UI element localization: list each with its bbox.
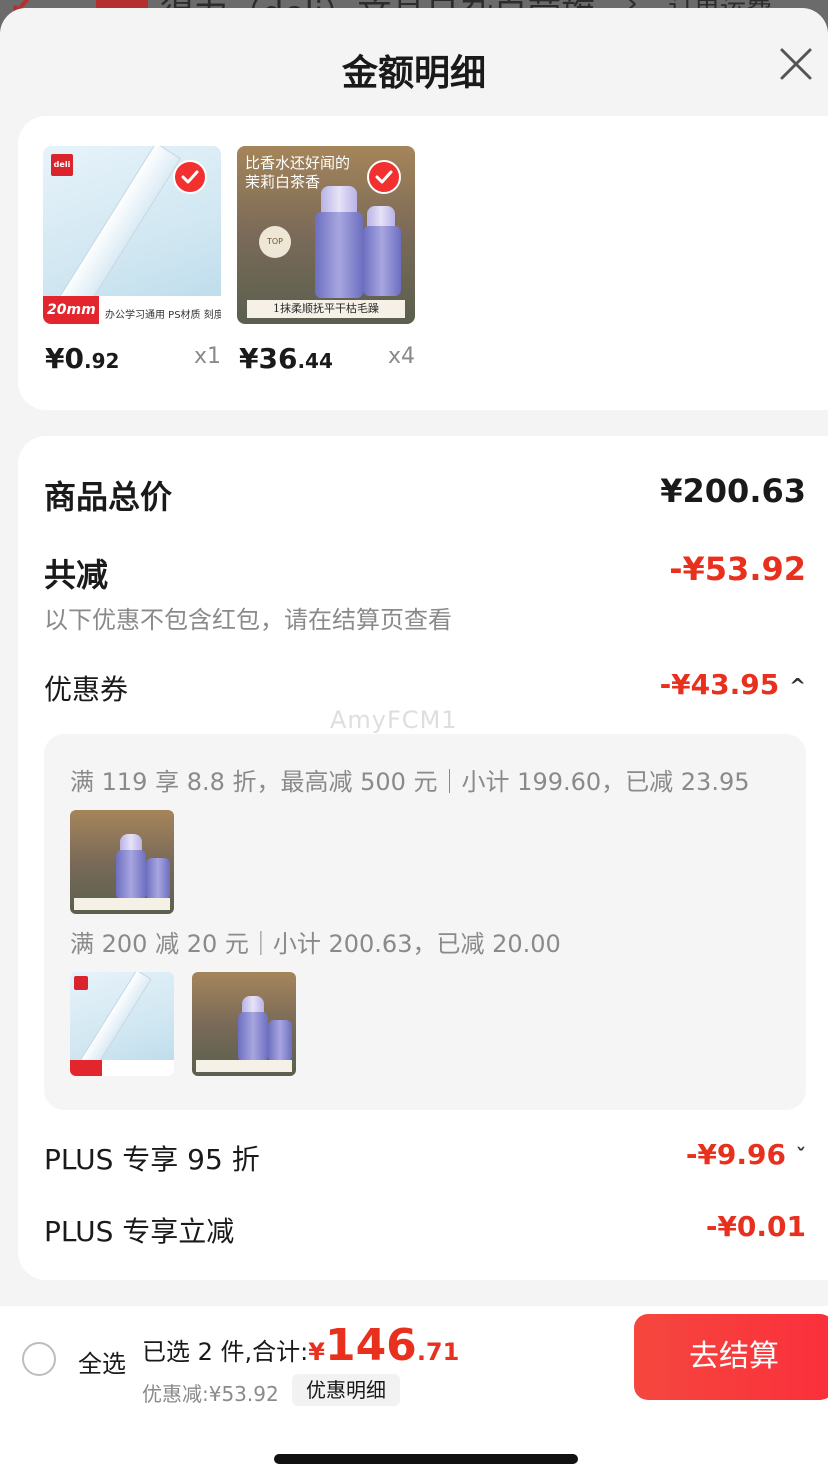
selected-check-icon[interactable] — [367, 160, 401, 194]
close-button[interactable] — [776, 44, 816, 84]
total-price-row: 商品总价 ¥200.63 — [44, 472, 806, 516]
selected-count-text: 已选 2 件,合计: — [142, 1338, 309, 1366]
discount-summary: 优惠减:¥53.92 — [142, 1382, 279, 1406]
total-reduction-value: -¥53.92 — [669, 550, 806, 588]
plus-instant-reduction-value: -¥0.01 — [705, 1210, 806, 1243]
product-quantity: x4 — [387, 344, 415, 369]
amount-detail-sheet: 金额明细 deli 20mm 办公学习通用 PS材质 刻度清晰 ¥0.92 — [0, 8, 828, 1484]
select-all-radio[interactable] — [22, 1342, 56, 1376]
total-reduction-row: 共减 -¥53.92 — [44, 550, 806, 594]
watermark: AmyFCM1 — [330, 706, 458, 734]
ruler-features-text: 办公学习通用 PS材质 刻度清晰 — [105, 310, 221, 321]
selected-products-card: deli 20mm 办公学习通用 PS材质 刻度清晰 ¥0.92 x1 比香水还… — [18, 116, 828, 410]
coupon-details-box: 满 119 享 8.8 折，最高减 500 元｜小计 199.60，已减 23.… — [44, 734, 806, 1110]
total-amount-dec: .71 — [416, 1338, 460, 1366]
coupon-rule-full-reduction: 满 200 减 20 元｜小计 200.63，已减 20.00 — [70, 930, 561, 958]
product-thumbnail-ruler: deli 20mm 办公学习通用 PS材质 刻度清晰 — [43, 146, 221, 324]
discount-detail-button[interactable]: 优惠明细 — [292, 1374, 400, 1406]
plus-discount-value: -¥9.96 — [685, 1138, 786, 1171]
total-reduction-label: 共减 — [44, 556, 109, 594]
total-currency: ¥ — [308, 1338, 325, 1366]
total-price-value: ¥200.63 — [660, 472, 806, 510]
coupon-value: -¥43.95 — [659, 668, 780, 701]
selected-check-icon[interactable] — [173, 160, 207, 194]
plus-instant-reduction-label: PLUS 专享立减 — [44, 1215, 235, 1248]
order-summary: 已选 2 件,合计:¥146.71 — [142, 1320, 459, 1371]
plus-discount-label: PLUS 专享 95 折 — [44, 1143, 260, 1176]
chevron-up-icon[interactable]: ^ — [789, 674, 806, 698]
select-all-label[interactable]: 全选 — [78, 1344, 126, 1379]
checkout-footer: 全选 已选 2 件,合计:¥146.71 优惠减:¥53.92 优惠明细 去结算 — [0, 1306, 828, 1484]
deli-logo: deli — [51, 154, 73, 176]
coupon-product-thumbnail-ruler — [70, 972, 174, 1076]
total-price-label: 商品总价 — [44, 478, 173, 516]
total-amount-int: 146 — [324, 1320, 417, 1371]
coupon-product-thumbnail-perfume — [70, 810, 174, 914]
perfume-top-badge: TOP — [259, 226, 291, 258]
price-breakdown-card: 商品总价 ¥200.63 共减 -¥53.92 以下优惠不包含红包，请在结算页查… — [18, 436, 828, 1280]
product-thumbnail-perfume: 比香水还好闻的 茉莉白茶香 TOP 1抹柔顺抚平干枯毛躁 — [237, 146, 415, 324]
close-icon — [780, 48, 812, 80]
reduction-note: 以下优惠不包含红包，请在结算页查看 — [44, 606, 452, 634]
coupon-row[interactable]: 优惠券 -¥43.95 ^ — [44, 668, 806, 708]
product-price: ¥36.44 — [239, 342, 333, 375]
product-quantity: x1 — [193, 344, 221, 369]
sheet-title: 金额明细 — [341, 53, 486, 94]
product-item-perfume[interactable]: 比香水还好闻的 茉莉白茶香 TOP 1抹柔顺抚平干枯毛躁 ¥36.44 x4 — [237, 146, 415, 386]
product-price: ¥0.92 — [45, 342, 120, 375]
coupon-product-thumbnail-perfume-2 — [192, 972, 296, 1076]
checkout-button[interactable]: 去结算 — [634, 1314, 828, 1400]
coupon-rule-discount: 满 119 享 8.8 折，最高减 500 元｜小计 199.60，已减 23.… — [70, 768, 750, 796]
home-indicator — [274, 1454, 578, 1464]
ruler-size-badge: 20mm — [43, 296, 99, 324]
coupon-label: 优惠券 — [44, 673, 129, 706]
plus-instant-reduction-row: PLUS 专享立减 -¥0.01 — [44, 1210, 806, 1250]
chevron-down-icon[interactable]: ˇ — [796, 1144, 806, 1168]
product-item-ruler[interactable]: deli 20mm 办公学习通用 PS材质 刻度清晰 ¥0.92 x1 — [43, 146, 221, 386]
plus-discount-row[interactable]: PLUS 专享 95 折 -¥9.96 ˇ — [44, 1138, 806, 1178]
perfume-slogan: 1抹柔顺抚平干枯毛躁 — [247, 300, 405, 318]
